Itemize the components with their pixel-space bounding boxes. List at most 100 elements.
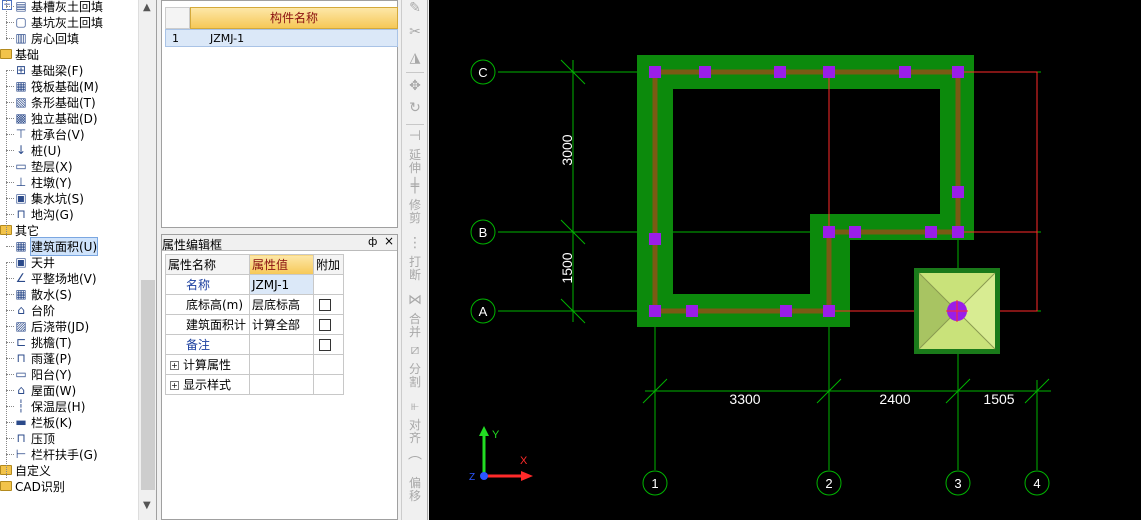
grip-point[interactable]	[780, 305, 792, 317]
prop-value-input[interactable]: 层底标高	[249, 294, 314, 315]
tree-item-13[interactable]: ⊓ 地沟(G)	[6, 206, 74, 222]
grip-point[interactable]	[952, 186, 964, 198]
property-row-bottom-elevation[interactable]: 底标高(m) 层底标高	[165, 294, 344, 315]
grip-point[interactable]	[649, 305, 661, 317]
tree-item-16[interactable]: ▣ 天井	[5, 254, 55, 270]
component-tree[interactable]: − ▤ 基槽灰土回填 ▢ 基坑灰土回填 ▥ 房心回填 基础 ⊞ 基础梁(F) ▦ 筏板基础(M) ▧ 条…	[0, 0, 157, 520]
tree-item-29[interactable]: 自定义	[0, 462, 51, 478]
tree-item-3[interactable]: 基础	[0, 46, 39, 62]
tree-item-0[interactable]: ▤ 基槽灰土回填	[5, 0, 103, 14]
tree-item-6[interactable]: ▧ 条形基础(T)	[6, 94, 96, 110]
component-name-header[interactable]: 构件名称	[190, 7, 398, 29]
expand-plus-icon[interactable]: +	[170, 361, 179, 370]
tree-item-2[interactable]: ▥ 房心回填	[5, 30, 79, 46]
grip-point[interactable]	[649, 66, 661, 78]
grip-point[interactable]	[849, 226, 861, 238]
prop-value-input[interactable]	[249, 334, 314, 355]
trim-icon[interactable]: ╪	[404, 179, 426, 193]
tree-item-10[interactable]: ▭ 垫层(X)	[6, 158, 73, 174]
cad-drawing[interactable]: C B A 1 2 3 4 3300 2400 1505 3000 1500 Y…	[429, 0, 1141, 520]
move-icon[interactable]: ✥	[404, 79, 426, 93]
tree-item-27[interactable]: ⊓ 压顶	[5, 430, 55, 446]
tree-item-label: 台阶	[31, 303, 56, 318]
tree-item-15[interactable]: ▦ 建筑面积(U)	[5, 236, 99, 256]
prop-label: 建筑面积计	[165, 314, 250, 335]
tree-item-22[interactable]: ⊓ 雨蓬(P)	[6, 350, 72, 366]
break-button[interactable]: 打断	[404, 256, 426, 282]
break-icon[interactable]: ⋮	[404, 236, 426, 250]
rotate-icon[interactable]: ↻	[404, 101, 426, 115]
tree-item-label: 集水坑(S)	[31, 191, 84, 206]
scroll-up-icon[interactable]: ▲	[143, 2, 151, 13]
pencil-icon[interactable]: ✎	[404, 1, 426, 15]
scroll-down-icon[interactable]: ▼	[143, 500, 151, 511]
tree-item-17[interactable]: ∠ 平整场地(V)	[6, 270, 97, 286]
extra-checkbox[interactable]	[319, 299, 331, 311]
tree-item-28[interactable]: ⊢ 栏杆扶手(G)	[6, 446, 98, 462]
grip-point[interactable]	[952, 66, 964, 78]
tree-scrollbar[interactable]: ▲ ▼	[138, 0, 156, 520]
tree-item-20[interactable]: ▨ 后浇带(JD)	[5, 318, 89, 334]
property-row-name[interactable]: 名称 JZMJ-1	[165, 274, 344, 295]
axis-label-b: B	[479, 225, 488, 240]
extend-icon[interactable]: ⊣	[404, 129, 426, 143]
grip-point[interactable]	[823, 66, 835, 78]
extra-checkbox[interactable]	[319, 339, 331, 351]
grip-point[interactable]	[649, 233, 661, 245]
scissors-icon[interactable]: ✂	[404, 25, 426, 39]
property-group-calc[interactable]: + 计算属性	[165, 354, 344, 375]
isolated-icon: ▩	[15, 111, 27, 125]
ucs-origin	[480, 472, 488, 480]
pin-icon[interactable]: ф	[368, 235, 377, 248]
tree-item-23[interactable]: ▭ 阳台(Y)	[6, 366, 72, 382]
property-group-display[interactable]: + 显示样式	[165, 374, 344, 395]
grip-point[interactable]	[686, 305, 698, 317]
extend-button[interactable]: 延伸	[404, 149, 426, 175]
tree-item-30[interactable]: CAD识别	[0, 478, 65, 494]
tree-item-4[interactable]: ⊞ 基础梁(F)	[5, 62, 83, 78]
canopy-icon: ⊓	[16, 351, 26, 365]
tree-scroll-thumb[interactable]	[141, 280, 155, 490]
offset-button[interactable]: 偏移	[404, 477, 426, 503]
grip-point[interactable]	[774, 66, 786, 78]
merge-button[interactable]: 合并	[404, 313, 426, 339]
align-icon[interactable]: ⫦	[404, 399, 426, 413]
grip-point[interactable]	[952, 226, 964, 238]
trim-button[interactable]: 修剪	[404, 199, 426, 225]
tree-item-8[interactable]: ⊤ 桩承台(V)	[6, 126, 85, 142]
grip-point[interactable]	[823, 226, 835, 238]
split-icon[interactable]: ⧄	[404, 343, 426, 357]
prop-value-input[interactable]: JZMJ-1	[249, 274, 314, 295]
expand-plus-icon[interactable]: +	[170, 381, 179, 390]
mirror-icon[interactable]: ◮	[404, 51, 426, 65]
grip-point[interactable]	[899, 66, 911, 78]
tree-item-25[interactable]: ┆ 保温层(H)	[5, 398, 85, 414]
close-icon[interactable]: ×	[384, 234, 394, 248]
prop-value-input[interactable]: 计算全部	[249, 314, 314, 335]
cad-drawing-canvas[interactable]: C B A 1 2 3 4 3300 2400 1505 3000 1500 Y…	[429, 0, 1141, 520]
grip-point[interactable]	[699, 66, 711, 78]
grip-point[interactable]	[925, 226, 937, 238]
column-element[interactable]	[914, 268, 1000, 354]
component-row[interactable]: 1 JZMJ-1	[165, 29, 398, 47]
tree-item-9[interactable]: ↓ 桩(U)	[5, 142, 61, 158]
extra-checkbox[interactable]	[319, 319, 331, 331]
grip-point[interactable]	[823, 305, 835, 317]
tree-item-19[interactable]: ⌂ 台阶	[5, 302, 56, 318]
offset-icon[interactable]: ⌒	[404, 457, 426, 471]
property-row-remark[interactable]: 备注	[165, 334, 344, 355]
tree-item-1[interactable]: ▢ 基坑灰土回填	[5, 14, 103, 30]
tree-item-12[interactable]: ▣ 集水坑(S)	[6, 190, 84, 206]
tree-item-18[interactable]: ▦ 散水(S)	[6, 286, 72, 302]
property-row-area-calc[interactable]: 建筑面积计 计算全部	[165, 314, 344, 335]
tree-item-26[interactable]: ▬ 栏板(K)	[5, 414, 72, 430]
tree-item-11[interactable]: ⊥ 柱墩(Y)	[6, 174, 72, 190]
tree-item-21[interactable]: ⊏ 挑檐(T)	[6, 334, 72, 350]
align-button[interactable]: 对齐	[404, 419, 426, 445]
merge-icon[interactable]: ⋈	[404, 293, 426, 307]
tree-item-24[interactable]: ⌂ 屋面(W)	[5, 382, 76, 398]
tree-item-7[interactable]: ▩ 独立基础(D)	[6, 110, 98, 126]
split-button[interactable]: 分割	[404, 363, 426, 389]
collapse-icon[interactable]: −	[2, 0, 12, 10]
tree-item-5[interactable]: ▦ 筏板基础(M)	[6, 78, 99, 94]
